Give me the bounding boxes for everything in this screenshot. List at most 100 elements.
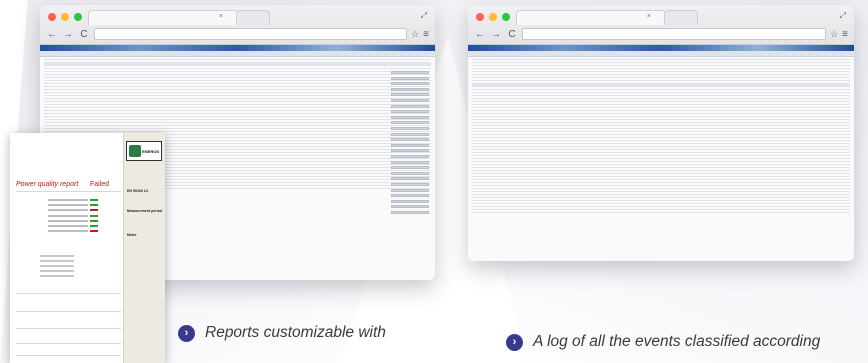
row-action-button[interactable] (391, 211, 429, 214)
report-parameter-row (48, 214, 88, 217)
expand-icon[interactable]: ⤢ (840, 11, 846, 21)
report-summary-row (40, 255, 74, 257)
row-action-button[interactable] (391, 99, 429, 102)
report-side-panel (123, 133, 165, 363)
report-parameter-row (48, 225, 88, 227)
browser-chrome: × ⤢ ← → C ☆ ≡ (468, 5, 854, 45)
feature-bullet: › Reports customizable with (178, 324, 386, 342)
row-action-button[interactable] (391, 71, 429, 74)
bookmark-star-icon[interactable]: ☆ (830, 29, 838, 40)
maximize-window-button[interactable] (74, 13, 82, 21)
row-action-button[interactable] (391, 188, 429, 192)
chevron-right-icon: › (178, 325, 195, 342)
row-action-button[interactable] (391, 138, 429, 142)
divider (16, 355, 121, 356)
row-action-button[interactable] (391, 127, 429, 130)
navigation-bar: ← → C ☆ ≡ (474, 27, 848, 41)
browser-chrome: × ⤢ ← → C ☆ ≡ (40, 5, 435, 45)
reload-icon[interactable]: C (506, 29, 518, 40)
side-heading: EN 50160 LV (127, 189, 149, 193)
report-parameter-status (90, 209, 98, 212)
report-parameter-status (90, 219, 98, 222)
report-summary-row (40, 265, 74, 267)
divider (16, 293, 121, 294)
row-action-button[interactable] (391, 166, 429, 170)
row-action-button[interactable] (391, 76, 429, 80)
report-parameter-row (48, 199, 88, 201)
divider (16, 311, 121, 312)
side-heading: Measurement period (127, 209, 163, 213)
report-summary-row (40, 260, 74, 262)
chevron-right-icon: › (506, 334, 523, 351)
report-summary-row (40, 275, 74, 277)
report-parameter-status (90, 230, 98, 233)
eneros-logo: ENEROS (126, 141, 162, 161)
table-row[interactable] (472, 210, 850, 213)
logo-mark-icon (129, 145, 141, 157)
row-action-button[interactable] (391, 82, 429, 86)
minimize-window-button[interactable] (489, 13, 497, 21)
feature-bullet: › A log of all the events classified acc… (506, 333, 820, 351)
close-window-button[interactable] (476, 13, 484, 21)
browser-tab[interactable]: × (88, 10, 238, 25)
reload-icon[interactable]: C (78, 29, 90, 40)
divider (16, 328, 121, 329)
forward-arrow-icon[interactable]: → (62, 29, 74, 40)
navigation-bar: ← → C ☆ ≡ (46, 27, 429, 41)
row-action-button[interactable] (391, 143, 429, 147)
feature-text: Reports customizable with (205, 324, 386, 341)
bookmark-star-icon[interactable]: ☆ (411, 29, 419, 40)
report-title: Power quality report (16, 181, 79, 188)
window-controls (476, 13, 510, 21)
row-action-button[interactable] (391, 93, 429, 97)
event-log-table (468, 57, 854, 213)
row-action-button[interactable] (391, 104, 429, 108)
divider (16, 191, 121, 192)
row-action-button[interactable] (391, 199, 429, 203)
address-bar[interactable] (522, 28, 827, 40)
row-action-button[interactable] (391, 121, 429, 125)
row-action-button[interactable] (391, 171, 429, 175)
back-arrow-icon[interactable]: ← (46, 29, 58, 40)
row-action-button[interactable] (391, 115, 429, 119)
close-window-button[interactable] (48, 13, 56, 21)
menu-icon[interactable]: ≡ (842, 29, 848, 40)
row-action-button[interactable] (391, 177, 429, 181)
tab-close-icon[interactable]: × (219, 13, 223, 20)
back-arrow-icon[interactable]: ← (474, 29, 486, 40)
right-app-content (468, 45, 854, 261)
report-parameter-status (90, 225, 98, 227)
minimize-window-button[interactable] (61, 13, 69, 21)
divider (16, 343, 121, 344)
forward-arrow-icon[interactable]: → (490, 29, 502, 40)
row-action-button[interactable] (391, 155, 429, 158)
report-parameter-status (90, 214, 98, 217)
address-bar[interactable] (94, 28, 408, 40)
report-parameter-status (90, 199, 98, 201)
row-action-button[interactable] (391, 149, 429, 153)
power-quality-report-page: Power quality report Failed ENEROS EN 50… (10, 133, 165, 363)
tab-close-icon[interactable]: × (647, 13, 651, 20)
side-heading: Meter (127, 233, 137, 237)
row-action-button[interactable] (391, 160, 429, 164)
menu-icon[interactable]: ≡ (423, 29, 429, 40)
report-parameter-status (90, 204, 98, 207)
right-browser-window: × ⤢ ← → C ☆ ≡ (468, 5, 854, 261)
row-action-button[interactable] (391, 132, 429, 136)
report-status: Failed (90, 181, 110, 188)
expand-icon[interactable]: ⤢ (421, 11, 427, 21)
row-action-button[interactable] (391, 183, 429, 186)
row-action-button[interactable] (391, 110, 429, 114)
row-action-button[interactable] (391, 87, 429, 91)
new-tab-button[interactable] (236, 10, 270, 25)
row-action-button[interactable] (391, 205, 429, 209)
window-controls (48, 13, 82, 21)
report-parameter-row (48, 219, 88, 222)
feature-text: A log of all the events classified accor… (533, 333, 821, 350)
browser-tab[interactable]: × (516, 10, 666, 25)
report-summary-row (40, 270, 74, 272)
maximize-window-button[interactable] (502, 13, 510, 21)
row-action-button[interactable] (391, 194, 429, 198)
new-tab-button[interactable] (664, 10, 698, 25)
report-main-column: Power quality report Failed (10, 133, 123, 363)
